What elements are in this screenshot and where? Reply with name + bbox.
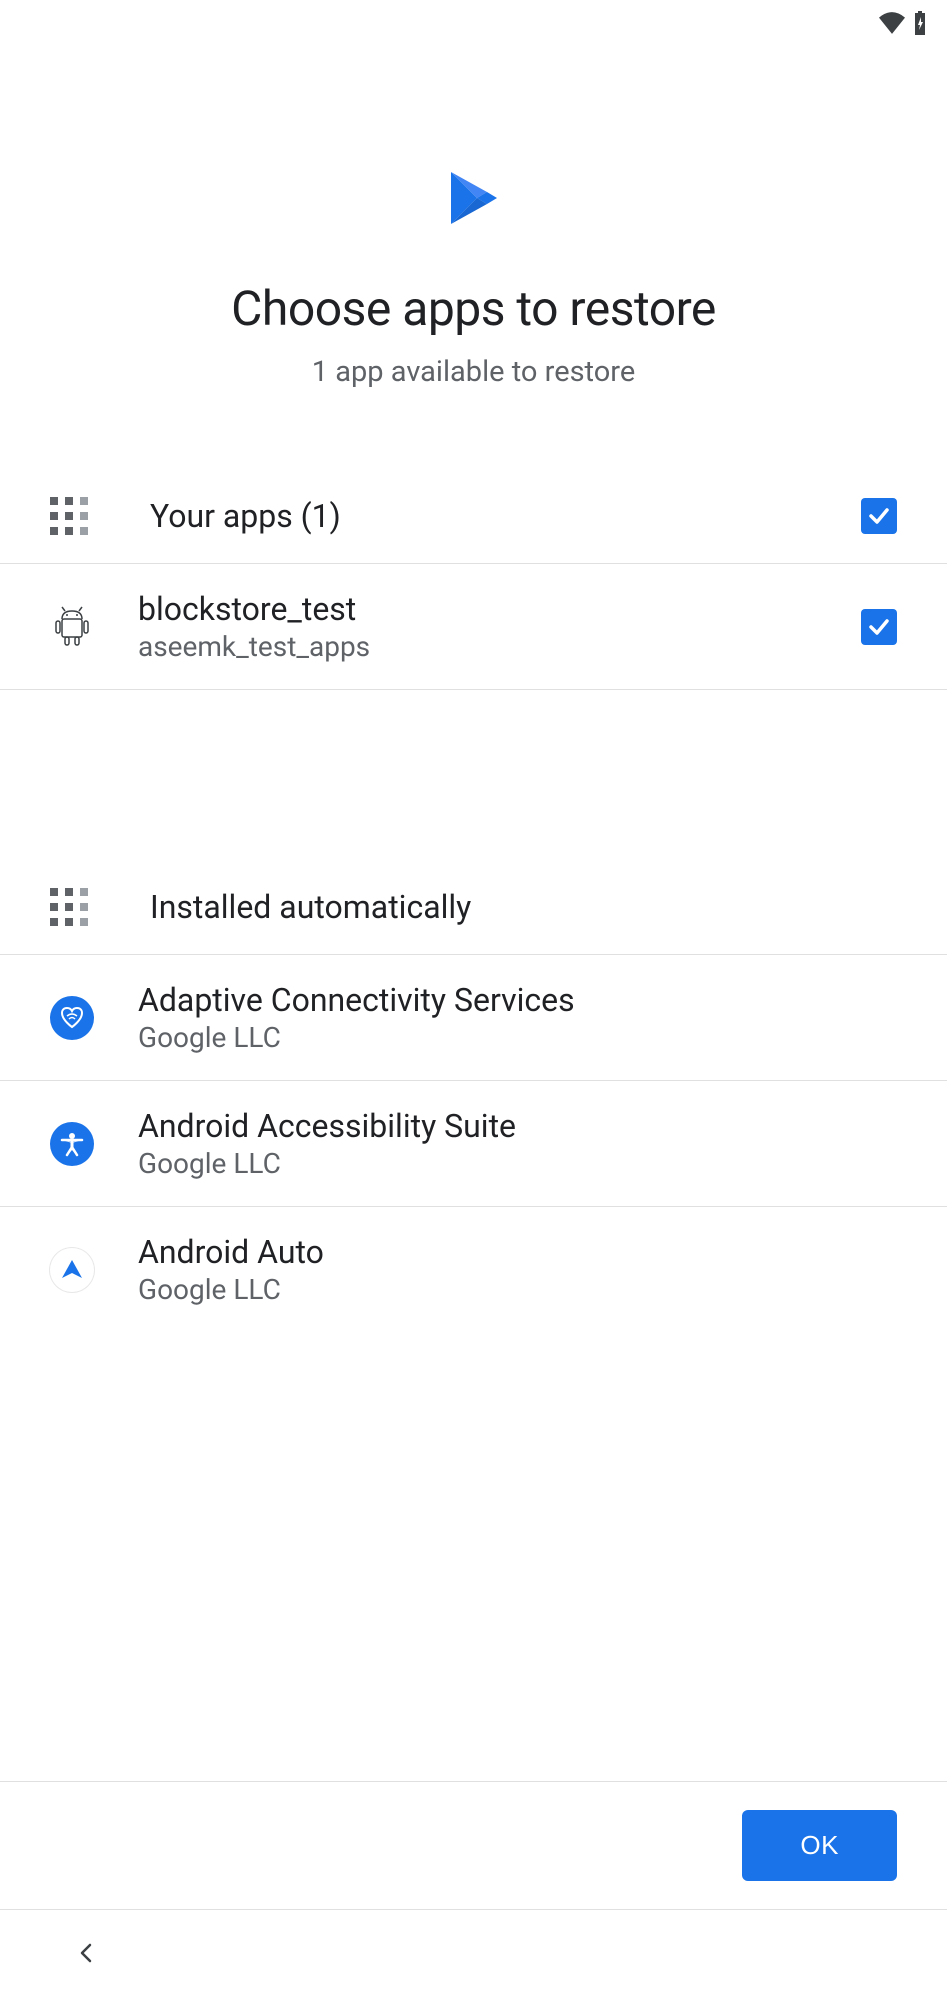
- android-auto-icon: [50, 1248, 94, 1292]
- app-name: Android Auto: [138, 1233, 897, 1271]
- app-name: Adaptive Connectivity Services: [138, 981, 897, 1019]
- android-robot-icon: [50, 605, 94, 649]
- app-info: Android Accessibility Suite Google LLC: [138, 1107, 897, 1180]
- app-row-accessibility-suite: Android Accessibility Suite Google LLC: [0, 1081, 947, 1207]
- app-row-android-auto: Android Auto Google LLC: [0, 1207, 947, 1332]
- app-name: Android Accessibility Suite: [138, 1107, 897, 1145]
- navigation-bar: [0, 1909, 947, 1999]
- accessibility-icon: [50, 1122, 94, 1166]
- header-section: Choose apps to restore 1 app available t…: [0, 50, 947, 429]
- wifi-icon: [879, 12, 905, 38]
- footer-bar: OK: [0, 1781, 947, 1909]
- app-publisher: aseemk_test_apps: [138, 630, 861, 663]
- google-play-icon: [449, 170, 499, 230]
- app-info: blockstore_test aseemk_test_apps: [138, 590, 861, 663]
- page-title: Choose apps to restore: [40, 280, 907, 337]
- app-publisher: Google LLC: [138, 1273, 897, 1306]
- app-row-blockstore[interactable]: blockstore_test aseemk_test_apps: [0, 564, 947, 690]
- status-bar: [0, 0, 947, 50]
- page-subtitle: 1 app available to restore: [40, 355, 907, 389]
- back-icon[interactable]: [75, 1942, 97, 1968]
- app-row-adaptive-connectivity: Adaptive Connectivity Services Google LL…: [0, 955, 947, 1081]
- installed-auto-header: Installed automatically: [0, 860, 947, 955]
- your-apps-title: Your apps (1): [150, 497, 861, 535]
- apps-grid-icon: [50, 888, 88, 926]
- installed-auto-title: Installed automatically: [150, 888, 897, 926]
- ok-button[interactable]: OK: [742, 1810, 897, 1881]
- heart-wifi-icon: [50, 996, 94, 1040]
- your-apps-header[interactable]: Your apps (1): [0, 469, 947, 564]
- app-name: blockstore_test: [138, 590, 861, 628]
- battery-icon: [913, 11, 927, 39]
- app-publisher: Google LLC: [138, 1147, 897, 1180]
- your-apps-checkbox[interactable]: [861, 498, 897, 534]
- app-info: Android Auto Google LLC: [138, 1233, 897, 1306]
- app-info: Adaptive Connectivity Services Google LL…: [138, 981, 897, 1054]
- section-gap: [0, 690, 947, 810]
- app-publisher: Google LLC: [138, 1021, 897, 1054]
- main-content: Choose apps to restore 1 app available t…: [0, 50, 947, 1781]
- apps-grid-icon: [50, 497, 88, 535]
- app-checkbox[interactable]: [861, 609, 897, 645]
